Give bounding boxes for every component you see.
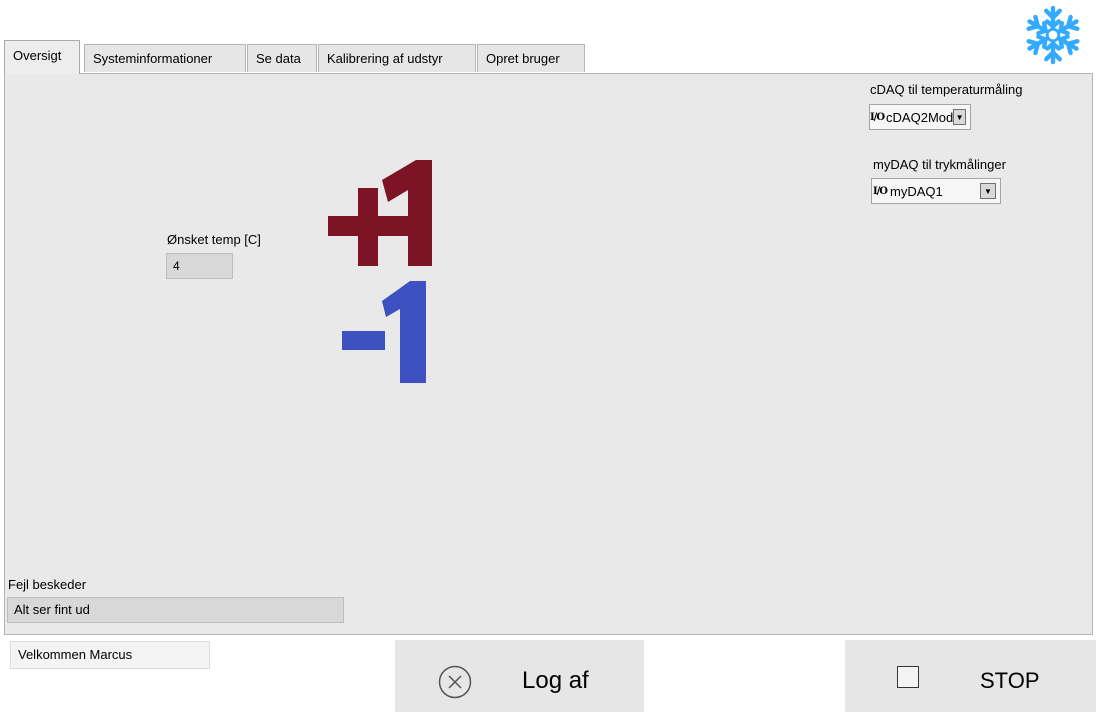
stop-checkbox[interactable] — [897, 666, 919, 688]
mydaq-selector[interactable]: I/O myDAQ1 ▼ — [871, 178, 1001, 204]
minus-one-icon[interactable] — [340, 281, 426, 383]
io-icon: I/O — [870, 111, 885, 123]
mydaq-label: myDAQ til trykmålinger — [873, 157, 1006, 172]
desired-temp-label: Ønsket temp [C] — [167, 232, 261, 247]
logout-button[interactable]: Log af — [395, 640, 644, 712]
error-messages-field: Alt ser fint ud — [7, 597, 344, 623]
chevron-down-icon[interactable]: ▼ — [953, 109, 966, 125]
tab-se-data[interactable]: Se data — [247, 44, 317, 72]
tab-oversigt[interactable]: Oversigt — [4, 40, 80, 74]
desired-temp-field[interactable]: 4 — [166, 253, 233, 279]
io-icon: I/O — [872, 185, 888, 197]
stop-button[interactable]: STOP — [845, 640, 1096, 712]
logout-label: Log af — [522, 667, 589, 694]
error-messages-label: Fejl beskeder — [8, 577, 87, 592]
tab-systeminformationer[interactable]: Systeminformationer — [84, 44, 246, 72]
close-circle-icon — [438, 665, 472, 699]
tab-opret-bruger[interactable]: Opret bruger — [477, 44, 585, 72]
plus-one-icon[interactable] — [328, 160, 432, 266]
snowflake-icon — [1022, 5, 1084, 66]
tab-kalibrering[interactable]: Kalibrering af udstyr — [318, 44, 476, 72]
welcome-message: Velkommen Marcus — [10, 641, 210, 669]
cdaq-value: cDAQ2Mod — [886, 109, 954, 125]
stop-label: STOP — [980, 668, 1040, 693]
cdaq-selector[interactable]: I/O cDAQ2Mod ▼ — [869, 104, 971, 130]
cdaq-label: cDAQ til temperaturmåling — [870, 82, 1023, 97]
chevron-down-icon[interactable]: ▼ — [980, 183, 996, 199]
mydaq-value: myDAQ1 — [890, 183, 943, 199]
